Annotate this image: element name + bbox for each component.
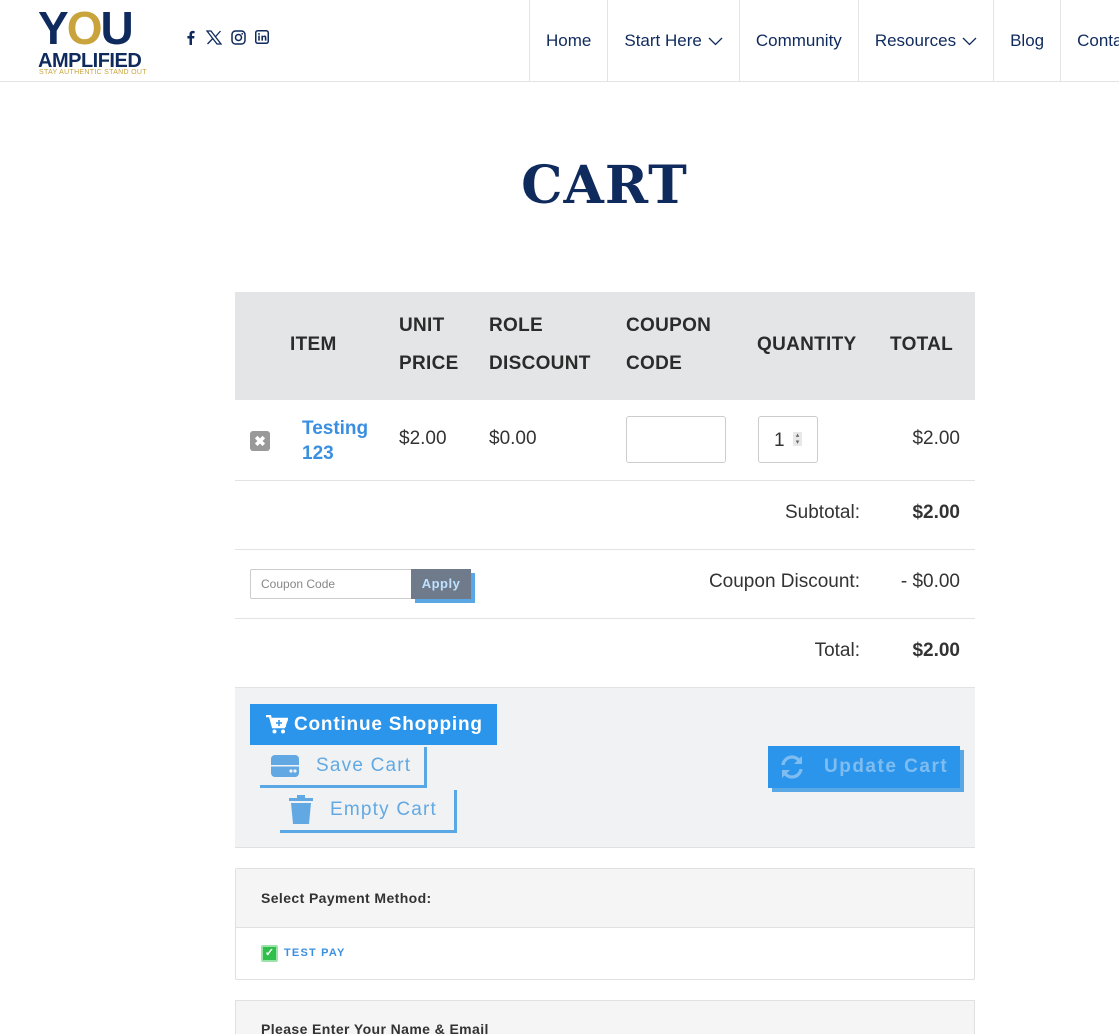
linkedin-icon[interactable] (254, 28, 270, 46)
logo-you: YOU (38, 2, 134, 54)
item-role-discount: $0.00 (489, 428, 537, 449)
col-header-line: COUPON (626, 315, 712, 336)
site-header: YOU AMPLIFIED STAY AUTHENTIC STAND OUT H… (0, 0, 1119, 82)
nav-item-blog[interactable]: Blog (993, 0, 1060, 82)
chevron-down-icon (962, 37, 977, 46)
name-email-heading: Please Enter Your Name & Email (261, 1021, 489, 1034)
save-cart-label: Save Cart (316, 755, 412, 776)
nav-item-community[interactable]: Community (738, 0, 858, 82)
refresh-icon (778, 754, 806, 780)
nav-item-resources[interactable]: Resources (857, 0, 993, 82)
continue-shopping-button[interactable]: Continue Shopping (250, 704, 497, 745)
social-links (182, 28, 270, 46)
cart-actions: Continue Shopping Save Cart Empty Cart U… (235, 688, 975, 848)
item-unit-price: $2.00 (399, 428, 447, 449)
subtotal-row: Subtotal: $2.00 (235, 481, 975, 550)
col-header-line: ROLE (489, 315, 543, 336)
col-header-line: CODE (626, 353, 683, 374)
logo-tagline: STAY AUTHENTIC STAND OUT (39, 69, 147, 76)
trash-icon (288, 795, 314, 825)
payment-option-label[interactable]: TEST PAY (284, 947, 346, 959)
nav-item-start-here[interactable]: Start Here (607, 0, 738, 82)
continue-shopping-label: Continue Shopping (294, 713, 483, 735)
page-title: CART (521, 155, 688, 216)
nav-label: Home (546, 31, 592, 50)
cart-plus-icon (266, 714, 288, 735)
quantity-value: 1 (774, 430, 785, 451)
subtotal-label: Subtotal: (785, 502, 860, 523)
coupon-code-input[interactable]: Coupon Code (250, 569, 412, 599)
hard-drive-icon (270, 754, 300, 778)
col-header-coupon-code: COUPON CODE (626, 307, 711, 383)
col-header-role-discount: ROLE DISCOUNT (489, 307, 591, 383)
site-logo[interactable]: YOU AMPLIFIED STAY AUTHENTIC STAND OUT (38, 3, 150, 79)
col-header-unit-price: UNIT PRICE (399, 307, 459, 383)
chevron-down-icon (708, 37, 723, 46)
col-header-line: UNIT (399, 315, 445, 336)
total-label: Total: (814, 640, 860, 661)
facebook-icon[interactable] (182, 28, 198, 46)
empty-cart-label: Empty Cart (330, 799, 438, 820)
subtotal-value: $2.00 (912, 502, 960, 523)
quantity-input[interactable]: 1 ▴ ▾ (758, 416, 818, 463)
col-header-quantity: QUANTITY (757, 334, 857, 355)
cart-table: ITEM UNIT PRICE ROLE DISCOUNT COUPON COD… (235, 292, 975, 848)
nav-label: Contact (1077, 31, 1119, 50)
total-row: Total: $2.00 (235, 619, 975, 688)
payment-method-heading: Select Payment Method: (236, 869, 974, 928)
nav-item-contact[interactable]: Contact (1060, 0, 1119, 82)
nav-label: Blog (1010, 31, 1045, 50)
item-total: $2.00 (912, 428, 960, 449)
update-cart-label: Update Cart (824, 756, 949, 777)
payment-method-panel: Select Payment Method: ✓ TEST PAY (235, 868, 975, 980)
save-cart-button[interactable]: Save Cart (260, 747, 427, 788)
table-row: ✖ Testing 123 $2.00 $0.00 1 ▴ ▾ $2.00 (235, 400, 975, 481)
total-value: $2.00 (912, 640, 960, 661)
quantity-stepper[interactable]: ▴ ▾ (793, 432, 802, 446)
main-nav: Home Start Here Community Resources Blog… (529, 0, 1119, 82)
col-header-line: DISCOUNT (489, 353, 591, 374)
payment-checkbox[interactable]: ✓ (261, 945, 278, 962)
empty-cart-button[interactable]: Empty Cart (280, 790, 457, 833)
coupon-discount-label: Coupon Discount: (708, 571, 860, 592)
x-icon[interactable] (206, 28, 222, 46)
payment-option[interactable]: ✓ TEST PAY (236, 928, 974, 980)
nav-label: Resources (874, 31, 957, 50)
coupon-row: Coupon Code Apply Coupon Discount: - $0.… (235, 550, 975, 619)
name-email-panel: Please Enter Your Name & Email (235, 1000, 975, 1034)
item-name-link[interactable]: Testing 123 (302, 416, 382, 466)
coupon-discount-value: - $0.00 (900, 571, 960, 592)
update-cart-button[interactable]: Update Cart (768, 746, 960, 788)
cart-table-header: ITEM UNIT PRICE ROLE DISCOUNT COUPON COD… (235, 292, 975, 400)
remove-item-icon[interactable]: ✖ (250, 431, 270, 451)
col-header-line: PRICE (399, 353, 459, 374)
col-header-total: TOTAL (890, 334, 954, 355)
item-coupon-input[interactable] (626, 416, 726, 463)
instagram-icon[interactable] (230, 28, 246, 46)
nav-label: Start Here (624, 31, 702, 50)
apply-coupon-button[interactable]: Apply (411, 569, 471, 599)
col-header-item: ITEM (290, 334, 337, 355)
nav-label: Community (755, 31, 842, 50)
nav-item-home[interactable]: Home (529, 0, 607, 82)
